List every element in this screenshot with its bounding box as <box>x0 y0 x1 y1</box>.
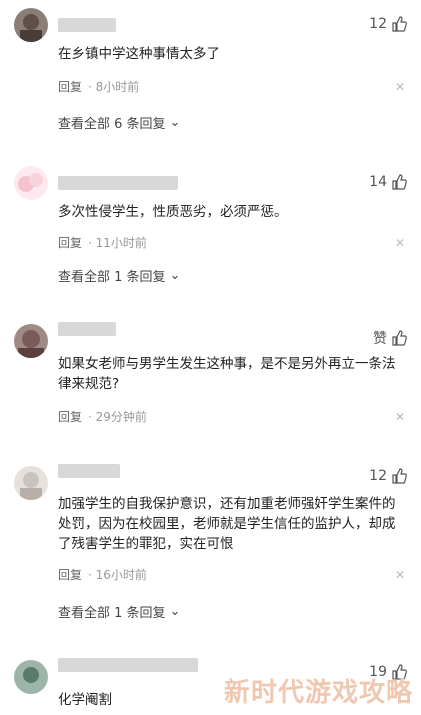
like-button[interactable]: 14 <box>369 174 407 190</box>
watermark: 新时代游戏攻略 <box>223 678 413 708</box>
avatar[interactable] <box>14 8 48 42</box>
close-icon[interactable]: ✕ <box>395 236 405 250</box>
view-replies-button[interactable]: 查看全部 1 条回复 ⌄ <box>58 602 180 621</box>
like-button[interactable]: 赞 <box>373 328 407 348</box>
like-count: 赞 <box>373 331 387 347</box>
like-count: 12 <box>369 468 387 484</box>
like-count: 12 <box>369 16 387 32</box>
username[interactable] <box>58 322 116 336</box>
username[interactable] <box>58 176 178 190</box>
comment-text: 在乡镇中学这种事情太多了 <box>58 46 220 62</box>
reply-button[interactable]: 回复 <box>58 234 82 251</box>
avatar[interactable] <box>14 324 48 358</box>
comment-meta: 回复 · 11小时前 <box>58 234 147 251</box>
thumbs-up-icon <box>392 468 407 484</box>
comment-meta: 回复 · 29分钟前 <box>58 408 147 425</box>
timestamp: · 8小时前 <box>88 80 140 94</box>
view-replies-button[interactable]: 查看全部 6 条回复 ⌄ <box>58 113 180 132</box>
comment-text: 加强学生的自我保护意识，还有加重老师强奸学生案件的处罚，因为在校园里，老师就是学… <box>58 496 396 552</box>
comment-text: 如果女老师与男学生发生这种事，是不是另外再立一条法律来规范? <box>58 356 396 392</box>
reply-button[interactable]: 回复 <box>58 408 82 425</box>
close-icon[interactable]: ✕ <box>395 410 405 424</box>
username[interactable] <box>58 658 198 672</box>
avatar[interactable] <box>14 660 48 694</box>
view-replies-button[interactable]: 查看全部 1 条回复 ⌄ <box>58 266 180 285</box>
like-button[interactable]: 12 <box>369 468 407 484</box>
reply-button[interactable]: 回复 <box>58 78 82 95</box>
close-icon[interactable]: ✕ <box>395 568 405 582</box>
username[interactable] <box>58 464 120 478</box>
timestamp: · 29分钟前 <box>88 410 147 424</box>
chevron-down-icon: ⌄ <box>169 115 181 130</box>
like-button[interactable]: 12 <box>369 16 407 32</box>
timestamp: · 11小时前 <box>88 236 147 250</box>
avatar[interactable] <box>14 466 48 500</box>
reply-button[interactable]: 回复 <box>58 566 82 583</box>
comment-meta: 回复 · 16小时前 <box>58 566 147 583</box>
thumbs-up-icon <box>392 174 407 190</box>
avatar[interactable] <box>14 166 48 200</box>
thumbs-up-icon <box>392 330 407 346</box>
like-count: 14 <box>369 174 387 190</box>
username[interactable] <box>58 18 116 32</box>
comment-meta: 回复 · 8小时前 <box>58 78 139 95</box>
timestamp: · 16小时前 <box>88 568 147 582</box>
thumbs-up-icon <box>392 16 407 32</box>
close-icon[interactable]: ✕ <box>395 80 405 94</box>
comment-text: 多次性侵学生，性质恶劣，必须严惩。 <box>58 204 288 220</box>
chevron-down-icon: ⌄ <box>169 268 181 283</box>
chevron-down-icon: ⌄ <box>169 604 181 619</box>
